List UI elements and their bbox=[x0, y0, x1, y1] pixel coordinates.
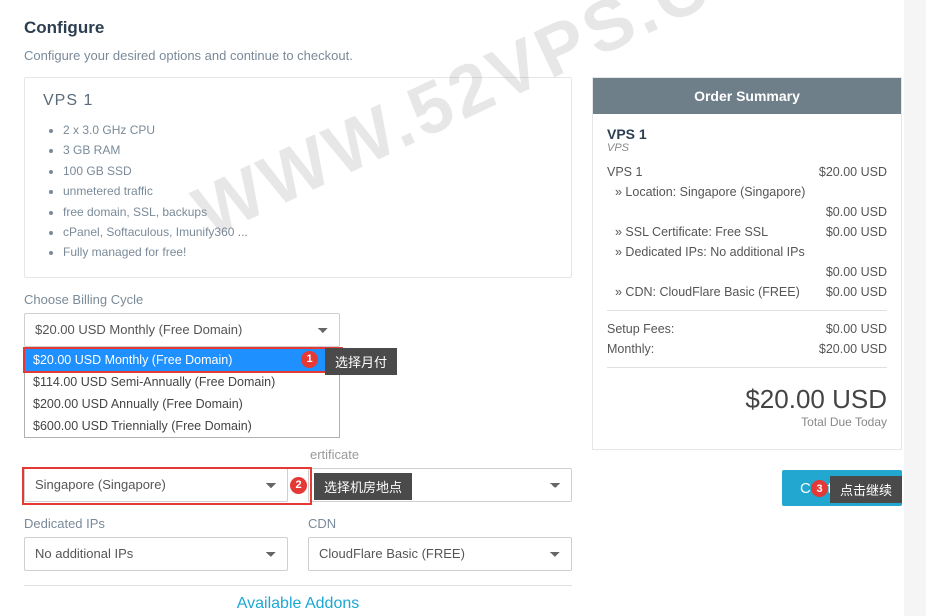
billing-select[interactable]: $20.00 USD Monthly (Free Domain) bbox=[24, 313, 340, 347]
billing-label: Choose Billing Cycle bbox=[24, 292, 572, 307]
addons-heading: Available Addons bbox=[221, 595, 375, 613]
ssl-label: ertificate bbox=[308, 447, 572, 462]
summary-monthly-value: $20.00 USD bbox=[819, 339, 887, 359]
summary-line-label: VPS 1 bbox=[607, 162, 642, 182]
summary-line-value: $0.00 USD bbox=[826, 262, 887, 282]
annotation-badge-1: 1 bbox=[301, 351, 318, 368]
page-title: Configure bbox=[24, 18, 902, 38]
location-select[interactable]: Singapore (Singapore) bbox=[24, 468, 288, 502]
summary-monthly-label: Monthly: bbox=[607, 339, 654, 359]
summary-line-value: $20.00 USD bbox=[819, 162, 887, 182]
spec-item: Fully managed for free! bbox=[63, 242, 553, 262]
billing-option-annual[interactable]: $200.00 USD Annually (Free Domain) bbox=[25, 393, 339, 415]
page-subtitle: Configure your desired options and conti… bbox=[24, 48, 902, 63]
summary-product: VPS 1 bbox=[607, 126, 887, 142]
spec-item: 3 GB RAM bbox=[63, 140, 553, 160]
annotation-badge-3: 3 bbox=[811, 480, 828, 497]
spec-item: cPanel, Softaculous, Imunify360 ... bbox=[63, 222, 553, 242]
annotation-tip-1: 选择月付 bbox=[325, 348, 397, 375]
cdn-label: CDN bbox=[308, 516, 572, 531]
annotation-tip-2: 选择机房地点 bbox=[314, 473, 412, 500]
spec-item: 2 x 3.0 GHz CPU bbox=[63, 120, 553, 140]
cdn-select[interactable]: CloudFlare Basic (FREE) bbox=[308, 537, 572, 571]
billing-option-monthly[interactable]: $20.00 USD Monthly (Free Domain) bbox=[25, 349, 339, 371]
spec-item: unmetered traffic bbox=[63, 181, 553, 201]
summary-total: $20.00 USD bbox=[607, 384, 887, 415]
summary-line-label: » CDN: CloudFlare Basic (FREE) bbox=[615, 282, 800, 302]
billing-option-triennial[interactable]: $600.00 USD Triennially (Free Domain) bbox=[25, 415, 339, 437]
summary-line-value: $0.00 USD bbox=[826, 202, 887, 222]
summary-total-label: Total Due Today bbox=[607, 415, 887, 429]
product-name: VPS 1 bbox=[43, 92, 553, 110]
spec-item: 100 GB SSD bbox=[63, 161, 553, 181]
billing-dropdown: $20.00 USD Monthly (Free Domain) 1 选择月付 … bbox=[24, 348, 340, 438]
scrollbar-track[interactable] bbox=[904, 0, 926, 616]
product-panel: VPS 1 2 x 3.0 GHz CPU 3 GB RAM 100 GB SS… bbox=[24, 77, 572, 278]
summary-line-label: » SSL Certificate: Free SSL bbox=[615, 222, 768, 242]
summary-line-label: » Dedicated IPs: No additional IPs bbox=[615, 242, 805, 262]
summary-line-value: $0.00 USD bbox=[826, 282, 887, 302]
summary-line-label: » Location: Singapore (Singapore) bbox=[615, 182, 805, 202]
dedicated-ips-select[interactable]: No additional IPs bbox=[24, 537, 288, 571]
dedicated-ips-label: Dedicated IPs bbox=[24, 516, 288, 531]
summary-setup-value: $0.00 USD bbox=[826, 319, 887, 339]
summary-category: VPS bbox=[607, 142, 887, 154]
summary-setup-label: Setup Fees: bbox=[607, 319, 674, 339]
spec-list: 2 x 3.0 GHz CPU 3 GB RAM 100 GB SSD unme… bbox=[43, 120, 553, 263]
summary-line-value: $0.00 USD bbox=[826, 222, 887, 242]
annotation-badge-2: 2 bbox=[290, 477, 307, 494]
billing-option-semiannual[interactable]: $114.00 USD Semi-Annually (Free Domain) bbox=[25, 371, 339, 393]
order-summary-panel: Order Summary VPS 1 VPS VPS 1$20.00 USD … bbox=[592, 77, 902, 450]
order-summary-header: Order Summary bbox=[593, 78, 901, 114]
annotation-tip-3: 点击继续 bbox=[830, 476, 902, 503]
spec-item: free domain, SSL, backups bbox=[63, 202, 553, 222]
